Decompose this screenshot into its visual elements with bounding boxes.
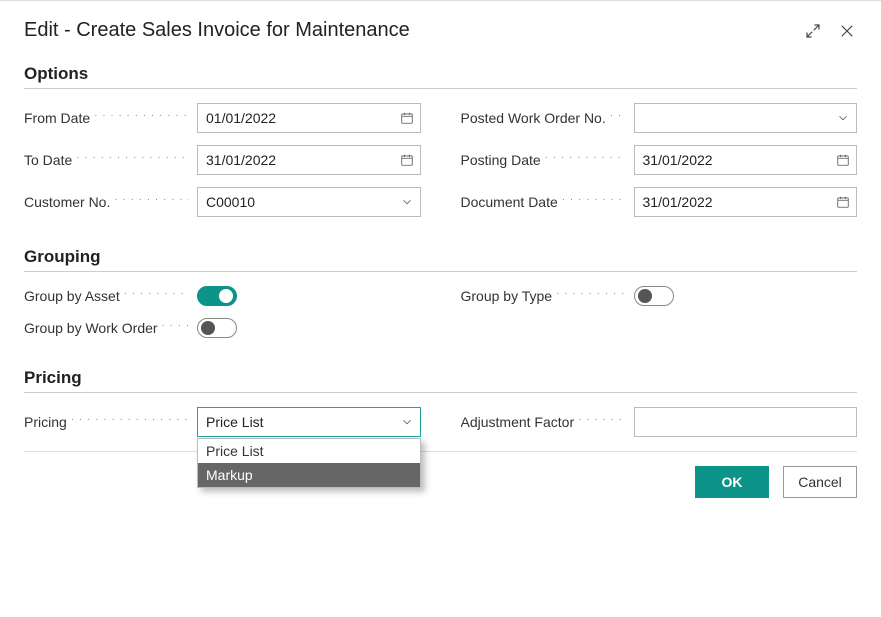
from-date-input[interactable]: 01/01/2022 [197,103,421,133]
titlebar: Edit - Create Sales Invoice for Maintena… [24,11,857,56]
field-group-by-work-order: Group by Work Order [24,318,421,338]
section-pricing-head: Pricing [24,368,857,393]
options-grid: From Date 01/01/2022 Posted Work Order N… [24,103,857,217]
from-date-label: From Date [24,110,189,126]
document-date-label: Document Date [461,194,626,210]
adjustment-input[interactable] [634,407,858,437]
document-date-value: 31/01/2022 [635,194,831,210]
posting-date-label: Posting Date [461,152,626,168]
pricing-grid: Pricing Price List Price List Markup Adj… [24,407,857,437]
pricing-label: Pricing [24,414,189,430]
field-adjustment-factor: Adjustment Factor [461,407,858,437]
calendar-icon[interactable] [830,153,856,167]
cancel-button[interactable]: Cancel [783,466,857,498]
calendar-icon[interactable] [394,153,420,167]
close-icon[interactable] [837,21,857,41]
field-customer-no: Customer No. C00010 [24,187,421,217]
calendar-icon[interactable] [394,111,420,125]
posting-date-input[interactable]: 31/01/2022 [634,145,858,175]
section-options-head: Options [24,64,857,89]
pricing-option-price-list[interactable]: Price List [198,439,420,463]
customer-no-label: Customer No. [24,194,189,210]
ok-button[interactable]: OK [695,466,769,498]
field-document-date: Document Date 31/01/2022 [461,187,858,217]
group-by-asset-toggle[interactable] [197,286,237,306]
pricing-dropdown-list: Price List Markup [197,438,421,488]
pricing-value: Price List [198,414,394,430]
posted-wo-label: Posted Work Order No. [461,110,626,126]
field-group-by-type: Group by Type [461,286,858,306]
section-grouping-head: Grouping [24,247,857,272]
to-date-input[interactable]: 31/01/2022 [197,145,421,175]
chevron-down-icon[interactable] [394,195,420,209]
pricing-option-markup[interactable]: Markup [198,463,420,487]
dialog-create-sales-invoice: Edit - Create Sales Invoice for Maintena… [0,1,881,514]
footer: OK Cancel [24,466,857,498]
field-pricing: Pricing Price List Price List Markup [24,407,421,437]
group-by-wo-toggle[interactable] [197,318,237,338]
to-date-label: To Date [24,152,189,168]
field-to-date: To Date 31/01/2022 [24,145,421,175]
from-date-value: 01/01/2022 [198,110,394,126]
expand-icon[interactable] [803,21,823,41]
posting-date-value: 31/01/2022 [635,152,831,168]
group-by-type-label: Group by Type [461,288,626,304]
adjustment-label: Adjustment Factor [461,414,626,430]
customer-no-input[interactable]: C00010 [197,187,421,217]
group-by-type-toggle[interactable] [634,286,674,306]
title-actions [803,21,857,41]
chevron-down-icon[interactable] [394,415,420,429]
field-posting-date: Posting Date 31/01/2022 [461,145,858,175]
field-group-by-asset: Group by Asset [24,286,421,306]
customer-no-value: C00010 [198,194,394,210]
group-by-asset-label: Group by Asset [24,288,189,304]
document-date-input[interactable]: 31/01/2022 [634,187,858,217]
field-posted-work-order: Posted Work Order No. [461,103,858,133]
pricing-select[interactable]: Price List Price List Markup [197,407,421,437]
posted-wo-input[interactable] [634,103,858,133]
field-from-date: From Date 01/01/2022 [24,103,421,133]
group-by-wo-label: Group by Work Order [24,320,189,336]
to-date-value: 31/01/2022 [198,152,394,168]
chevron-down-icon[interactable] [830,111,856,125]
grouping-grid: Group by Asset Group by Type Group by Wo… [24,286,857,338]
calendar-icon[interactable] [830,195,856,209]
footer-separator [24,451,857,452]
dialog-title: Edit - Create Sales Invoice for Maintena… [24,19,410,42]
